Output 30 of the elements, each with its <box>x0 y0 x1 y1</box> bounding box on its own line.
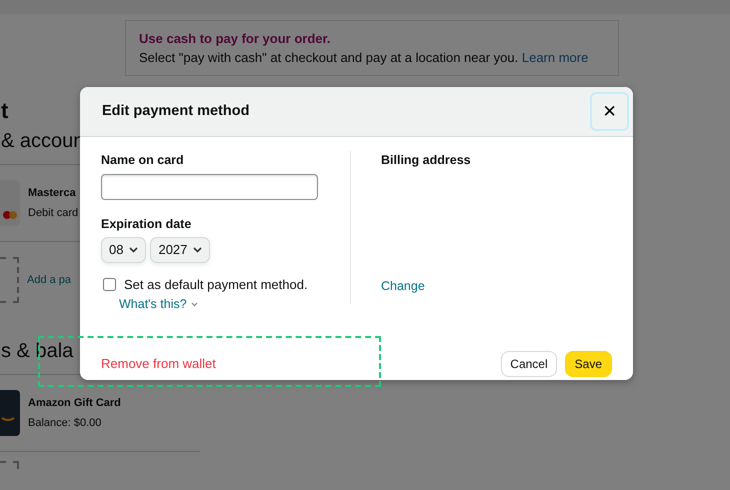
remove-from-wallet-link[interactable]: Remove from wallet <box>101 354 216 374</box>
month-dropdown[interactable]: 08 <box>101 236 146 262</box>
add-card-placeholder <box>0 257 19 303</box>
cancel-button[interactable]: Cancel <box>501 350 557 377</box>
add-card-placeholder <box>0 461 19 469</box>
checkbox-label: Set as default payment method. <box>124 276 308 294</box>
default-checkbox[interactable] <box>103 278 116 291</box>
section-heading: s & bala <box>1 339 74 364</box>
item-subtitle: Debit card <box>28 206 78 221</box>
name-input-field[interactable] <box>101 174 318 200</box>
banner-text: Select "pay with cash" at checkout and pay at a location near you. Learn more <box>139 49 590 67</box>
card-thumbnail <box>0 180 20 226</box>
chevron-down-icon <box>193 246 202 252</box>
page-heading: t <box>1 97 8 125</box>
item-subtitle: Balance: $0.00 <box>28 416 102 431</box>
item-title: Masterca <box>28 186 77 200</box>
field-label: Name on card <box>101 152 185 169</box>
field-label: Billing address <box>381 152 472 169</box>
chevron-down-icon <box>129 246 138 252</box>
banner-title: Use cash to pay for your order. <box>139 30 332 48</box>
change-link[interactable]: Change <box>381 277 610 296</box>
close-button[interactable]: ✕ <box>590 92 629 131</box>
item-title: Amazon Gift Card <box>28 396 121 410</box>
year-dropdown[interactable]: 2027 <box>150 236 210 262</box>
save-button[interactable]: Save <box>564 350 612 377</box>
whats-this-link[interactable]: What's this? <box>119 295 198 314</box>
dialog-title: Edit payment method <box>102 102 250 121</box>
gift-card-thumbnail <box>0 390 20 436</box>
field-label: Expiration date <box>101 216 192 233</box>
chevron-down-icon <box>190 302 198 307</box>
